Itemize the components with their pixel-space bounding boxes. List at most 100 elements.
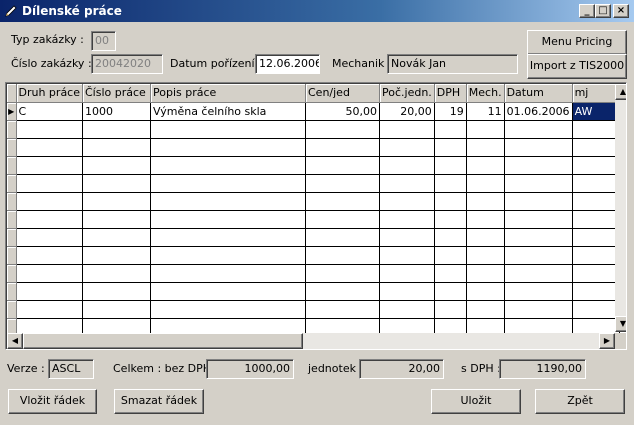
grid-cell[interactable]: [504, 120, 573, 139]
col-cen-jed[interactable]: Cen/jed: [305, 84, 380, 103]
grid-cell[interactable]: [16, 138, 83, 157]
grid-cell[interactable]: [305, 120, 380, 139]
grid-cell[interactable]: [82, 192, 151, 211]
table-row[interactable]: [7, 282, 620, 301]
cell-popis-prace[interactable]: Výměna čelního skla: [150, 102, 306, 121]
grid-cell[interactable]: [305, 156, 380, 175]
grid-cell[interactable]: [16, 228, 83, 247]
vlozit-radek-button[interactable]: Vložit řádek: [8, 389, 97, 414]
grid-cell[interactable]: [434, 264, 467, 283]
horizontal-scrollbar[interactable]: ◀ ▶: [7, 333, 615, 349]
grid-cell[interactable]: [572, 282, 620, 301]
cell-cislo-prace[interactable]: 1000: [82, 102, 151, 121]
grid-cell[interactable]: [434, 228, 467, 247]
grid-cell[interactable]: [434, 210, 467, 229]
grid-cell[interactable]: [150, 156, 306, 175]
grid-cell[interactable]: [16, 282, 83, 301]
table-row[interactable]: [7, 174, 620, 193]
grid-cell[interactable]: [504, 264, 573, 283]
table-row[interactable]: [7, 210, 620, 229]
grid-cell[interactable]: [434, 156, 467, 175]
grid-cell[interactable]: [572, 300, 620, 319]
grid-cell[interactable]: [16, 120, 83, 139]
verze-field[interactable]: ASCL: [48, 359, 94, 379]
grid-cell[interactable]: [466, 192, 505, 211]
grid-cell[interactable]: [16, 210, 83, 229]
grid-cell[interactable]: [572, 120, 620, 139]
col-dph[interactable]: DPH: [434, 84, 467, 103]
grid-cell[interactable]: [434, 282, 467, 301]
grid-cell[interactable]: [379, 192, 435, 211]
arrow-up-icon[interactable]: ▲: [615, 84, 626, 100]
grid-cell[interactable]: [504, 174, 573, 193]
cell-poc-jedn[interactable]: 20,00: [379, 102, 435, 121]
grid-cell[interactable]: [150, 192, 306, 211]
minimize-button[interactable]: _: [579, 4, 595, 18]
grid-cell[interactable]: [466, 210, 505, 229]
grid-cell[interactable]: [82, 300, 151, 319]
grid-cell[interactable]: [434, 138, 467, 157]
grid-cell[interactable]: [434, 174, 467, 193]
grid-cell[interactable]: [82, 174, 151, 193]
grid-cell[interactable]: [434, 192, 467, 211]
grid-cell[interactable]: [150, 120, 306, 139]
grid-cell[interactable]: [379, 300, 435, 319]
work-items-grid[interactable]: Druh práce Číslo práce Popis práce Cen/j…: [5, 82, 627, 350]
grid-cell[interactable]: [150, 138, 306, 157]
grid-cell[interactable]: [434, 300, 467, 319]
grid-cell[interactable]: [379, 264, 435, 283]
col-popis-prace[interactable]: Popis práce: [150, 84, 306, 103]
grid-cell[interactable]: [82, 282, 151, 301]
grid-cell[interactable]: [379, 210, 435, 229]
close-button[interactable]: ×: [613, 4, 629, 18]
grid-cell[interactable]: [150, 228, 306, 247]
grid-cell[interactable]: [150, 282, 306, 301]
grid-cell[interactable]: [150, 210, 306, 229]
grid-cell[interactable]: [572, 174, 620, 193]
grid-cell[interactable]: [504, 300, 573, 319]
table-row[interactable]: [7, 138, 620, 157]
grid-cell[interactable]: [379, 246, 435, 265]
cell-druh-prace[interactable]: C: [16, 102, 83, 121]
grid-cell[interactable]: [572, 192, 620, 211]
table-row[interactable]: ▶ C 1000 Výměna čelního skla 50,00 20,00…: [7, 102, 620, 121]
grid-cell[interactable]: [305, 138, 380, 157]
jednotek-field[interactable]: 20,00: [359, 359, 444, 379]
grid-cell[interactable]: [572, 246, 620, 265]
grid-cell[interactable]: [466, 228, 505, 247]
arrow-down-icon[interactable]: ▼: [615, 316, 626, 332]
grid-cell[interactable]: [466, 300, 505, 319]
grid-cell[interactable]: [305, 192, 380, 211]
grid-cell[interactable]: [82, 228, 151, 247]
col-datum[interactable]: Datum: [504, 84, 573, 103]
grid-cell[interactable]: [572, 264, 620, 283]
cell-mech[interactable]: 11: [466, 102, 505, 121]
title-bar[interactable]: Dílenské práce _ □ ×: [0, 0, 634, 22]
grid-cell[interactable]: [504, 156, 573, 175]
grid-cell[interactable]: [434, 120, 467, 139]
grid-cell[interactable]: [82, 264, 151, 283]
grid-cell[interactable]: [16, 300, 83, 319]
cell-cen-jed[interactable]: 50,00: [305, 102, 380, 121]
menu-pricing-button[interactable]: Menu Pricing: [527, 30, 627, 55]
cislo-zakazky-field[interactable]: 20042020: [91, 54, 163, 74]
grid-cell[interactable]: [572, 138, 620, 157]
grid-cell[interactable]: [466, 138, 505, 157]
col-druh-prace[interactable]: Druh práce: [16, 84, 83, 103]
grid-cell[interactable]: [466, 174, 505, 193]
grid-cell[interactable]: [82, 156, 151, 175]
cell-mj[interactable]: AW: [572, 102, 620, 121]
grid-cell[interactable]: [504, 282, 573, 301]
grid-cell[interactable]: [150, 246, 306, 265]
grid-cell[interactable]: [305, 174, 380, 193]
grid-cell[interactable]: [305, 228, 380, 247]
typ-zakazky-field[interactable]: 00: [91, 31, 116, 51]
table-row[interactable]: [7, 192, 620, 211]
grid-cell[interactable]: [82, 120, 151, 139]
maximize-button[interactable]: □: [595, 4, 611, 18]
grid-cell[interactable]: [305, 246, 380, 265]
grid-cell[interactable]: [466, 282, 505, 301]
table-row[interactable]: [7, 264, 620, 283]
grid-cell[interactable]: [16, 156, 83, 175]
grid-cell[interactable]: [466, 156, 505, 175]
